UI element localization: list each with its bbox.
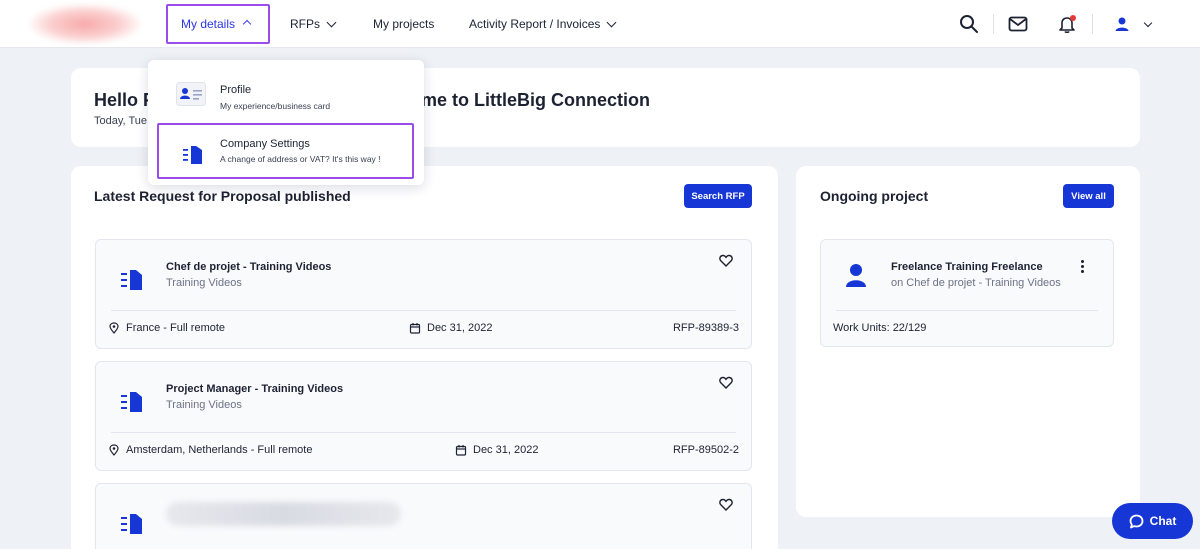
nav-activity-report[interactable]: Activity Report / Invoices [469,0,617,48]
ongoing-project-title: Ongoing project [820,188,929,204]
user-avatar-icon[interactable] [1110,12,1134,36]
rfp-list-item[interactable]: Chef de projet - Training Videos Trainin… [95,239,752,349]
rfp-title[interactable]: Chef de projet - Training Videos [166,261,331,273]
mail-icon[interactable] [1006,12,1030,36]
heart-icon[interactable] [719,254,733,267]
menu-item-profile-title: Profile [220,84,252,96]
rfp-location: France - Full remote [108,322,225,334]
redacted-rfp-title [166,502,401,526]
chevron-down-icon [326,17,337,27]
calendar-icon [455,445,467,456]
rfp-location-text: Amsterdam, Netherlands - Full remote [126,444,313,456]
project-title[interactable]: Freelance Training Freelance [891,261,1043,273]
notification-bell-icon[interactable] [1055,12,1079,36]
rfp-reference: RFP-89502-2 [672,444,739,456]
nav-my-details[interactable]: My details [166,4,270,44]
heart-icon[interactable] [719,376,733,389]
rfp-date-text: Dec 31, 2022 [427,322,493,334]
nav-my-details-label: My details [181,17,236,31]
calendar-icon [409,323,421,334]
rfp-reference: RFP-89389-3 [672,322,739,334]
rfp-section-title: Latest Request for Proposal published [94,188,351,204]
chat-bubble-icon [1129,514,1144,528]
rfp-title[interactable]: Project Manager - Training Videos [166,383,343,395]
welcome-title-left: Hello F [94,90,155,110]
business-card-icon [176,82,206,106]
document-icon [121,392,142,412]
nav-activity-report-label: Activity Report / Invoices [469,17,601,31]
chat-button[interactable]: Chat [1112,503,1193,539]
project-subtitle: on Chef de projet - Training Videos [891,277,1061,289]
ongoing-project-item[interactable]: Freelance Training Freelance on Chef de … [820,239,1114,347]
rfp-location-text: France - Full remote [126,322,226,334]
rfp-list-item[interactable] [95,483,752,549]
rfp-subtitle: Training Videos [166,277,242,289]
company-settings-highlight [157,123,414,179]
rfp-list-item[interactable]: Project Manager - Training Videos Traini… [95,361,752,471]
chevron-down-icon [606,17,617,27]
nav-rfps-label: RFPs [290,17,320,31]
company-logo[interactable] [30,4,140,44]
more-options-icon[interactable] [1081,260,1085,274]
welcome-title-right: lcome to LittleBig Connection [395,90,650,110]
document-icon [121,514,142,534]
menu-item-profile-subtitle: My experience/business card [220,101,331,111]
document-icon [121,270,142,290]
welcome-date: Today, Tue [94,115,147,127]
location-pin-icon [109,444,119,456]
work-units: Work Units: 22/129 [833,322,927,334]
top-navigation-bar: My details RFPs My projects Activity Rep… [0,0,1200,48]
account-chevron-down-icon[interactable] [1136,12,1160,36]
nav-rfps[interactable]: RFPs [290,0,337,48]
rfp-date: Dec 31, 2022 [409,322,492,334]
rfp-location: Amsterdam, Netherlands - Full remote [108,444,312,456]
rfp-subtitle: Training Videos [166,399,242,411]
search-icon[interactable] [957,12,981,36]
chat-label: Chat [1149,514,1177,528]
view-all-button[interactable]: View all [1063,184,1114,208]
menu-item-profile[interactable]: Profile My experience/business card [148,68,424,120]
person-icon [846,264,866,287]
rfp-date: Dec 31, 2022 [455,444,538,456]
search-rfp-button[interactable]: Search RFP [684,184,752,208]
rfp-date-text: Dec 31, 2022 [473,444,539,456]
nav-my-projects-label: My projects [373,17,435,31]
location-pin-icon [109,322,119,334]
chevron-up-icon [242,19,252,29]
nav-my-projects[interactable]: My projects [373,0,434,48]
heart-icon[interactable] [719,498,733,511]
